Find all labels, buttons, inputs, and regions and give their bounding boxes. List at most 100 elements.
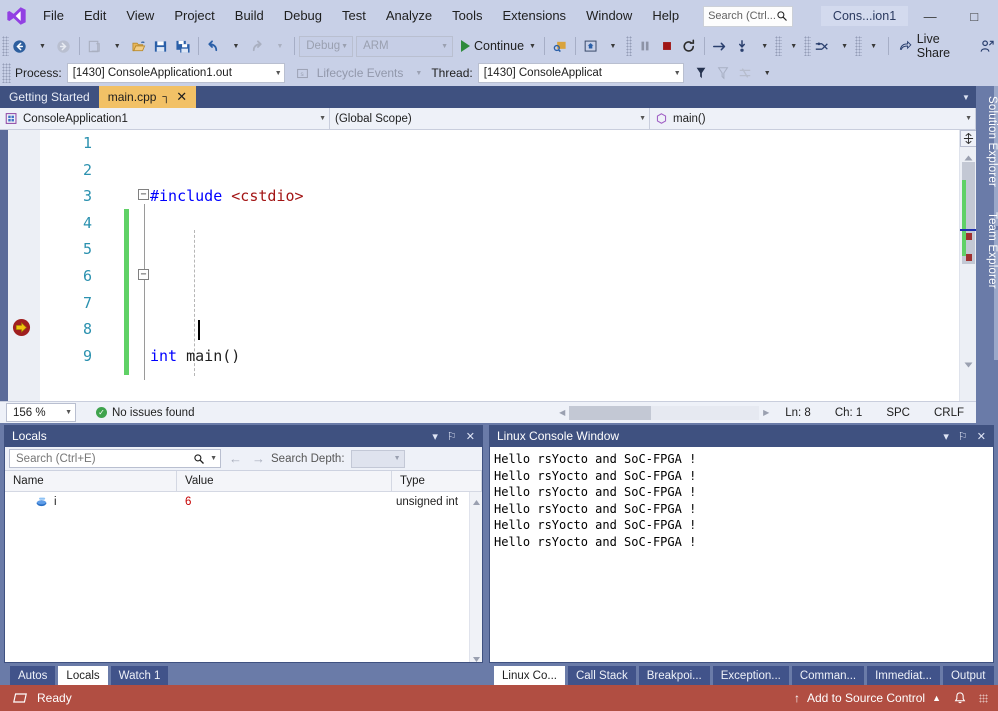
- toolbar-grip-3[interactable]: [775, 36, 783, 56]
- console-output[interactable]: Hello rsYocto and SoC-FPGA ! Hello rsYoc…: [490, 447, 993, 662]
- locals-search-input[interactable]: Search (Ctrl+E) ▼: [9, 449, 221, 468]
- navigate-backward-dropdown[interactable]: ▼: [31, 35, 53, 57]
- locals-row-name-cell[interactable]: i: [5, 492, 177, 512]
- attach-to-process-icon[interactable]: [549, 35, 571, 57]
- tab-breakpoints[interactable]: Breakpoi...: [638, 666, 710, 685]
- hscroll-track[interactable]: [569, 405, 760, 420]
- code-text-area[interactable]: − − #include <cstdio> int main() { unsig…: [102, 130, 959, 401]
- global-search-input[interactable]: Search (Ctrl...: [703, 5, 793, 27]
- redo-dropdown[interactable]: ▼: [268, 35, 290, 57]
- editor-tab-getting-started[interactable]: Getting Started: [0, 86, 99, 108]
- locals-panel-close-icon[interactable]: ✕: [466, 430, 475, 443]
- editor-horizontal-scrollbar[interactable]: ◀ ▶: [555, 405, 773, 420]
- show-next-statement-button[interactable]: [580, 35, 602, 57]
- global-scope-combo[interactable]: (Global Scope) ▼: [330, 108, 650, 129]
- indentation-indicator[interactable]: SPC: [874, 407, 922, 419]
- toolbar-grip[interactable]: [2, 36, 9, 56]
- search-depth-combo[interactable]: ▼: [350, 449, 405, 468]
- scroll-up-arrow[interactable]: [963, 151, 974, 161]
- solution-configuration-combo[interactable]: Debug ▼: [299, 35, 354, 57]
- editor-vertical-scrollbar[interactable]: [959, 130, 977, 401]
- tab-locals[interactable]: Locals: [58, 666, 108, 685]
- navigate-forward-button[interactable]: [53, 35, 75, 57]
- breakpoint-gutter[interactable]: [0, 130, 40, 401]
- search-previous-icon[interactable]: ←: [229, 451, 242, 466]
- show-next-statement-dropdown[interactable]: ▼: [602, 35, 624, 57]
- menu-extensions[interactable]: Extensions: [492, 4, 576, 28]
- source-control-caret-icon[interactable]: ▲: [932, 693, 941, 703]
- rail-tab-team-explorer[interactable]: Team Explorer: [976, 206, 998, 295]
- tab-linux-console[interactable]: Linux Co...: [494, 666, 565, 685]
- zoom-level-combo[interactable]: 156 % ▼: [6, 403, 76, 422]
- rail-tab-solution-explorer[interactable]: Solution Explorer: [976, 90, 998, 193]
- save-button[interactable]: [150, 35, 172, 57]
- code-editor[interactable]: 1 2 3 4 5 6 7 8 9 − − #include <cstdio> …: [0, 130, 977, 401]
- thread-combo[interactable]: [1430] ConsoleApplicat ▼: [477, 63, 684, 83]
- close-icon[interactable]: ✕: [176, 89, 187, 105]
- redo-button[interactable]: [246, 35, 268, 57]
- undo-button[interactable]: [202, 35, 224, 57]
- console-panel-body[interactable]: Hello rsYocto and SoC-FPGA ! Hello rsYoc…: [489, 447, 994, 663]
- project-scope-combo[interactable]: ConsoleApplication1 ▼: [0, 108, 330, 129]
- menu-project[interactable]: Project: [164, 4, 224, 28]
- menu-view[interactable]: View: [116, 4, 164, 28]
- column-header-name[interactable]: Name: [5, 471, 177, 491]
- navigate-backward-button[interactable]: [9, 35, 31, 57]
- toolbar-grip-2[interactable]: [625, 36, 633, 56]
- menu-analyze[interactable]: Analyze: [376, 4, 442, 28]
- menu-help[interactable]: Help: [642, 4, 689, 28]
- menu-tools[interactable]: Tools: [442, 4, 492, 28]
- tab-command-window[interactable]: Comman...: [791, 666, 865, 685]
- console-panel-close-icon[interactable]: ✕: [977, 430, 986, 443]
- breakpoint-current-statement-icon[interactable]: [12, 318, 31, 337]
- editor-tab-main-cpp[interactable]: main.cpp ┐ ✕: [98, 86, 197, 108]
- undo-dropdown[interactable]: ▼: [224, 35, 246, 57]
- tab-output[interactable]: Output: [942, 666, 994, 685]
- menu-edit[interactable]: Edit: [74, 4, 116, 28]
- toolbar-grip-4[interactable]: [804, 36, 812, 56]
- resize-grip[interactable]: [979, 693, 988, 703]
- step-over-arrow-icon[interactable]: [709, 35, 731, 57]
- column-header-type[interactable]: Type: [392, 471, 482, 491]
- step-into-dropdown[interactable]: ▼: [753, 35, 775, 57]
- new-project-dropdown[interactable]: ▼: [106, 35, 128, 57]
- flag-filter-button[interactable]: [690, 62, 712, 84]
- scroll-left-arrow[interactable]: ◀: [555, 406, 569, 420]
- solution-platform-combo[interactable]: ARM ▼: [356, 35, 453, 57]
- hscroll-thumb[interactable]: [569, 405, 652, 420]
- search-next-icon[interactable]: →: [252, 451, 265, 466]
- tab-exception-settings[interactable]: Exception...: [712, 666, 789, 685]
- split-view-button[interactable]: [960, 130, 977, 147]
- menu-window[interactable]: Window: [576, 4, 642, 28]
- maximize-button[interactable]: □: [952, 1, 996, 32]
- tab-watch-1[interactable]: Watch 1: [110, 666, 169, 685]
- member-scope-combo[interactable]: main() ▼: [650, 108, 976, 129]
- table-row[interactable]: i 6 unsigned int: [5, 492, 482, 512]
- restart-button[interactable]: [678, 35, 700, 57]
- flag-clear-button[interactable]: [712, 62, 734, 84]
- open-file-button[interactable]: [128, 35, 150, 57]
- minimize-button[interactable]: —: [908, 1, 952, 32]
- threads-toggle-button[interactable]: [734, 62, 756, 84]
- debug-location-overflow[interactable]: ▼: [756, 62, 778, 84]
- threads-dropdown[interactable]: ▼: [833, 35, 855, 57]
- add-to-source-control-button[interactable]: ↑ Add to Source Control ▲: [794, 691, 941, 705]
- step-into-button[interactable]: [731, 35, 753, 57]
- console-panel-pin-icon[interactable]: ⚐: [958, 430, 968, 443]
- menu-build[interactable]: Build: [225, 4, 274, 28]
- scroll-down-arrow[interactable]: [963, 358, 974, 368]
- tab-immediate-window[interactable]: Immediat...: [867, 666, 940, 685]
- more-tools-dropdown[interactable]: ▼: [862, 35, 884, 57]
- toolbar-grip-5[interactable]: [855, 36, 863, 56]
- step-out-button[interactable]: ▼: [782, 35, 804, 57]
- scroll-right-arrow[interactable]: ▶: [759, 406, 773, 420]
- bell-icon[interactable]: [953, 691, 967, 706]
- issues-indicator[interactable]: ✓ No issues found: [96, 407, 194, 419]
- break-all-button[interactable]: [634, 35, 656, 57]
- menu-debug[interactable]: Debug: [274, 4, 332, 28]
- lifecycle-events-combo[interactable]: s Lifecycle Events ▼: [293, 66, 426, 80]
- tab-call-stack[interactable]: Call Stack: [567, 666, 636, 685]
- console-panel-dropdown-icon[interactable]: ▾: [943, 430, 949, 443]
- process-combo[interactable]: [1430] ConsoleApplication1.out ▼: [66, 63, 285, 83]
- stop-debugging-button[interactable]: [656, 35, 678, 57]
